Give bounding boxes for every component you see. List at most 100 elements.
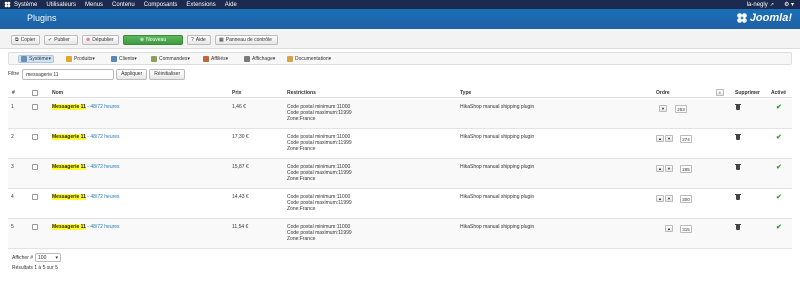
- row-checkbox[interactable]: [32, 194, 38, 200]
- user-menu[interactable]: ⚙ ▾: [784, 1, 794, 8]
- order-down-arrow[interactable]: ▼: [665, 165, 673, 172]
- order-input[interactable]: 300: [680, 195, 692, 203]
- row-number: 5: [11, 224, 14, 230]
- active-check-icon[interactable]: ✔: [776, 103, 782, 111]
- menu-aide[interactable]: Aide: [225, 2, 237, 8]
- col-type[interactable]: Type: [460, 90, 471, 96]
- control-panel-button[interactable]: ▦ Panneau de contrôle: [215, 35, 278, 45]
- trash-icon[interactable]: [735, 134, 741, 140]
- brand-text: Joomla!: [749, 12, 792, 24]
- menu-systeme[interactable]: Système: [14, 2, 37, 8]
- restriction-line: Zone:France: [287, 206, 316, 212]
- joomla-brand: Joomla!: [736, 12, 792, 24]
- reset-button[interactable]: Réinitialiser: [149, 68, 186, 80]
- table-row: 4 Messagerie 11 - 48/72 heures 14,43 € C…: [8, 189, 792, 219]
- component-submenu: Système ▾ Produits ▾ Clients ▾ Commandes ▾ A…: [8, 52, 792, 65]
- submenu-affilies[interactable]: Affiliés ▾: [201, 55, 230, 63]
- joomla-logo-icon[interactable]: [4, 1, 11, 8]
- new-button[interactable]: ⊕ Nouveau: [123, 35, 183, 45]
- order-down-arrow[interactable]: ▼: [665, 195, 673, 202]
- order-input[interactable]: 253: [675, 105, 687, 113]
- row-number: 3: [11, 164, 14, 170]
- order-input[interactable]: 274: [680, 135, 692, 143]
- menu-contenu[interactable]: Contenu: [112, 2, 135, 8]
- row-checkbox[interactable]: [32, 224, 38, 230]
- plugin-type: HikaShop manual shipping plugin: [460, 134, 535, 140]
- publish-button[interactable]: ✔ Publier: [44, 35, 78, 45]
- order-input[interactable]: 285: [680, 165, 692, 173]
- active-check-icon[interactable]: ✔: [776, 223, 782, 231]
- plugin-name[interactable]: Messagerie 11 - 48/72 heures: [52, 104, 120, 110]
- copy-button[interactable]: ⧉ Copier: [11, 35, 40, 45]
- pagination-limit: Afficher # 100 ▾: [12, 253, 62, 262]
- copy-icon: ⧉: [15, 37, 19, 43]
- unpublish-icon: ⊗: [86, 37, 91, 43]
- row-number: 2: [11, 134, 14, 140]
- plugin-name[interactable]: Messagerie 11 - 48/72 heures: [52, 134, 120, 140]
- row-number: 1: [11, 104, 14, 110]
- plugin-type: HikaShop manual shipping plugin: [460, 104, 535, 110]
- submenu-commandes[interactable]: Commandes ▾: [149, 55, 192, 63]
- col-price[interactable]: Prix: [232, 90, 241, 96]
- active-check-icon[interactable]: ✔: [776, 163, 782, 171]
- menu-menus[interactable]: Menus: [85, 2, 103, 8]
- submenu-affichage[interactable]: Affichage ▾: [242, 55, 277, 63]
- show-label: Afficher #: [12, 254, 34, 261]
- col-order[interactable]: Ordre: [656, 90, 670, 96]
- plugin-type: HikaShop manual shipping plugin: [460, 224, 535, 230]
- site-link[interactable]: la-negly: [747, 2, 768, 8]
- menu-extensions[interactable]: Extensions: [186, 2, 215, 8]
- display-icon: [244, 56, 250, 62]
- select-all-checkbox[interactable]: [32, 90, 38, 96]
- page-title: Plugins: [27, 13, 57, 23]
- filter-label: Filtre: [8, 71, 20, 77]
- price: 14,43 €: [232, 194, 249, 200]
- header-divider: [8, 97, 792, 98]
- filter-input[interactable]: messagerie 11: [22, 68, 115, 80]
- order-input[interactable]: 315: [680, 225, 692, 233]
- submenu-systeme[interactable]: Système ▾: [18, 55, 54, 63]
- plugin-name[interactable]: Messagerie 11 - 48/72 heures: [52, 194, 120, 200]
- order-down-arrow[interactable]: ▼: [665, 135, 673, 142]
- save-order-button[interactable]: ▪: [716, 89, 724, 96]
- table-row: 5 Messagerie 11 - 48/72 heures 11,54 € C…: [8, 219, 792, 249]
- row-checkbox[interactable]: [32, 164, 38, 170]
- price: 1,46 €: [232, 104, 246, 110]
- row-checkbox[interactable]: [32, 104, 38, 110]
- col-restrictions: Restrictions: [287, 90, 316, 96]
- clients-icon: [111, 56, 117, 62]
- restriction-line: Zone:France: [287, 236, 316, 242]
- order-up-arrow[interactable]: ▲: [665, 225, 673, 232]
- restriction-line: Zone:France: [287, 116, 316, 122]
- row-checkbox[interactable]: [32, 134, 38, 140]
- restriction-line: Zone:France: [287, 176, 316, 182]
- plugin-name[interactable]: Messagerie 11 - 48/72 heures: [52, 224, 120, 230]
- order-up-arrow[interactable]: ▲: [656, 165, 664, 172]
- plugin-type: HikaShop manual shipping plugin: [460, 164, 535, 170]
- row-number: 4: [11, 194, 14, 200]
- price: 11,54 €: [232, 224, 249, 230]
- submenu-produits[interactable]: Produits ▾: [64, 55, 97, 63]
- active-check-icon[interactable]: ✔: [776, 133, 782, 141]
- trash-icon[interactable]: [735, 104, 741, 110]
- order-down-arrow[interactable]: ▼: [659, 105, 667, 112]
- col-name[interactable]: Nom: [52, 90, 63, 96]
- submenu-documentation[interactable]: Documentation ▾: [285, 55, 333, 63]
- check-icon: ✔: [48, 37, 53, 43]
- submenu-clients[interactable]: Clients ▾: [109, 55, 139, 63]
- apply-button[interactable]: Appliquer: [116, 68, 148, 80]
- trash-icon[interactable]: [735, 164, 741, 170]
- active-check-icon[interactable]: ✔: [776, 193, 782, 201]
- plugin-name[interactable]: Messagerie 11 - 48/72 heures: [52, 164, 120, 170]
- chevron-down-icon: ▾: [55, 254, 59, 261]
- trash-icon[interactable]: [735, 194, 741, 200]
- limit-select[interactable]: 100 ▾: [35, 253, 62, 262]
- menu-utilisateurs[interactable]: Utilisateurs: [46, 2, 76, 8]
- order-up-arrow[interactable]: ▲: [656, 135, 664, 142]
- menu-composants[interactable]: Composants: [144, 2, 178, 8]
- order-up-arrow[interactable]: ▲: [656, 195, 664, 202]
- trash-icon[interactable]: [735, 224, 741, 230]
- unpublish-button[interactable]: ⊗ Dépublier: [82, 35, 119, 45]
- external-link-icon[interactable]: ↗: [770, 2, 774, 8]
- help-button[interactable]: ? Aide: [187, 35, 211, 45]
